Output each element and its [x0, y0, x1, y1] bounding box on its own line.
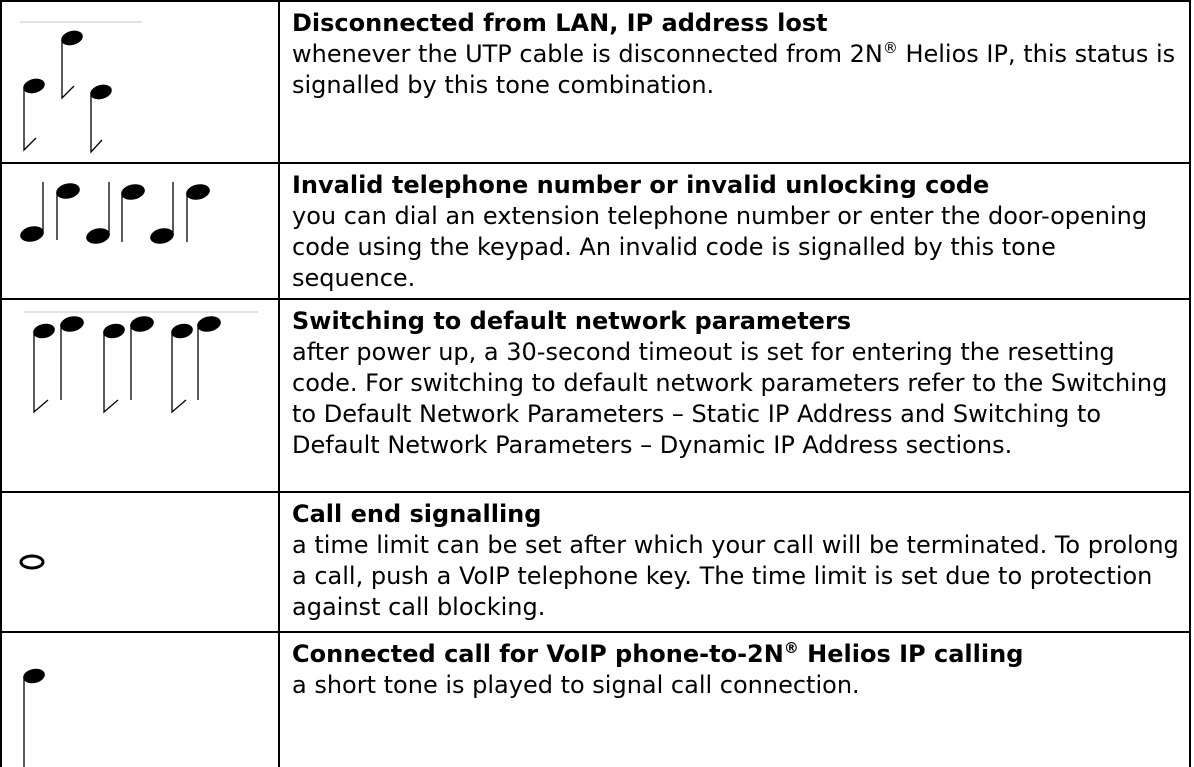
tone-description: a short tone is played to signal call co… — [292, 671, 860, 699]
tone-description-cell: Disconnected from LAN, IP address lost w… — [278, 0, 1191, 164]
table-row: Disconnected from LAN, IP address lost w… — [0, 0, 1191, 164]
whole-note-icon — [19, 554, 45, 570]
tone-title: Invalid telephone number or invalid unlo… — [292, 171, 990, 199]
table-row: Call end signalling a time limit can be … — [0, 491, 1191, 633]
tone-title: Connected call for VoIP phone-to-2N® Hel… — [292, 639, 1024, 668]
tone-title: Disconnected from LAN, IP address lost — [292, 9, 828, 37]
table-row: Invalid telephone number or invalid unlo… — [0, 162, 1191, 300]
tone-description: whenever the UTP cable is disconnected f… — [292, 39, 1176, 99]
six-notes-alternating-icon — [20, 182, 210, 244]
tone-description-cell: Switching to default network parameters … — [278, 298, 1191, 493]
tone-icon-cell — [0, 162, 280, 300]
tone-signals-table: Disconnected from LAN, IP address lost w… — [0, 0, 1191, 767]
tone-description-cell: Call end signalling a time limit can be … — [278, 491, 1191, 633]
tone-description-cell: Invalid telephone number or invalid unlo… — [278, 162, 1191, 300]
tone-icon-cell — [0, 631, 280, 767]
table-row: Connected call for VoIP phone-to-2N® Hel… — [0, 631, 1191, 767]
three-notes-falling-icon — [20, 21, 142, 154]
single-note-icon — [23, 668, 45, 767]
tone-icon-cell — [0, 298, 280, 493]
tone-title: Call end signalling — [292, 500, 542, 528]
tone-description: after power up, a 30-second timeout is s… — [292, 338, 1168, 459]
tone-title: Switching to default network parameters — [292, 307, 852, 335]
tone-icon-cell — [0, 0, 280, 164]
tone-description-cell: Connected call for VoIP phone-to-2N® Hel… — [278, 631, 1191, 767]
tone-icon-cell — [0, 491, 280, 633]
six-notes-rising-icon — [24, 311, 258, 414]
table-row: Switching to default network parameters … — [0, 298, 1191, 493]
tone-description: a time limit can be set after which your… — [292, 531, 1179, 621]
tone-description: you can dial an extension telephone numb… — [292, 202, 1148, 292]
